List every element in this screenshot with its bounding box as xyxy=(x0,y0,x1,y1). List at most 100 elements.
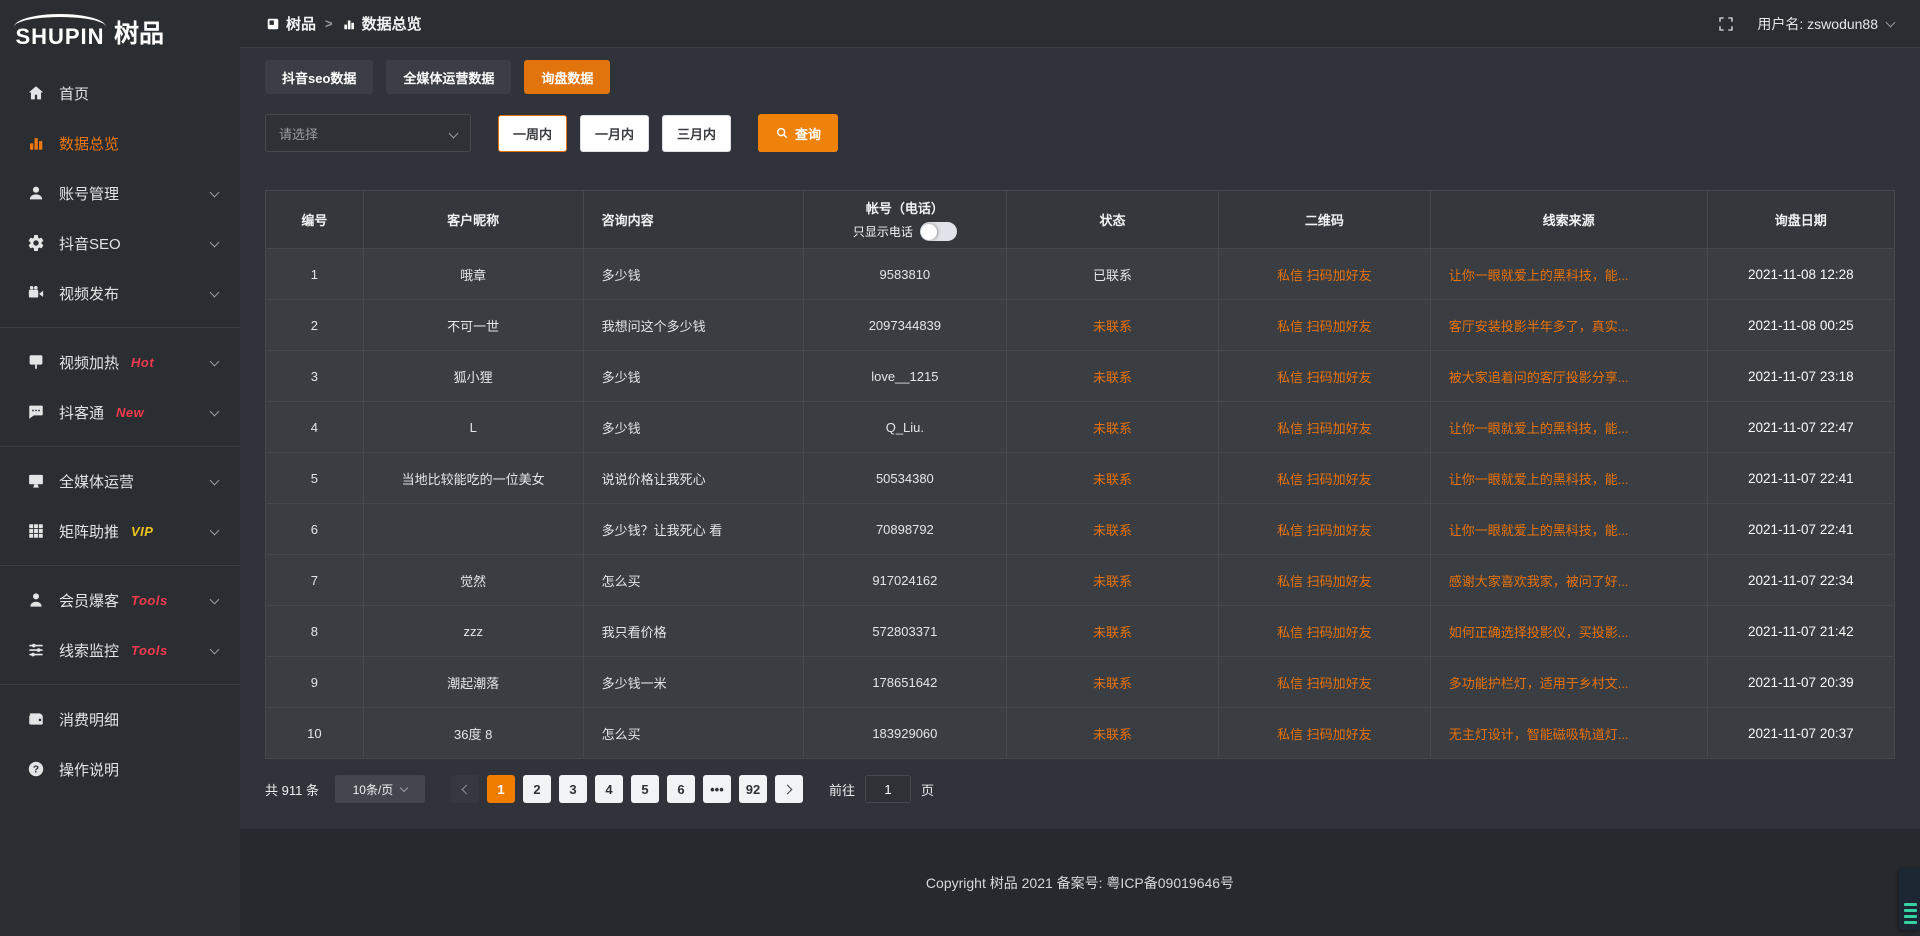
phone-only-toggle[interactable] xyxy=(920,222,957,241)
pagination: 共 911 条 10条/页 123456•••92 前往 页 xyxy=(265,775,1895,803)
sidebar-item-matrix-boost[interactable]: 矩阵助推 VIP xyxy=(0,506,240,556)
breadcrumb-root[interactable]: 树品 xyxy=(266,13,316,34)
sidebar-item-member-baoke[interactable]: 会员爆客 Tools xyxy=(0,575,240,625)
cell-lead-source[interactable]: 如何正确选择投影仪，买投影... xyxy=(1430,606,1707,657)
badge: Tools xyxy=(131,643,168,658)
cell-lead-source[interactable]: 让你一眼就爱上的黑科技，能... xyxy=(1430,249,1707,300)
cell-nickname: 36度 8 xyxy=(363,708,583,759)
cell-lead-source[interactable]: 让你一眼就爱上的黑科技，能... xyxy=(1430,504,1707,555)
header-no: 编号 xyxy=(266,191,364,249)
cell-content: 多少钱 xyxy=(583,351,803,402)
cell-lead-source[interactable]: 感谢大家喜欢我家，被问了好... xyxy=(1430,555,1707,606)
header-qrcode: 二维码 xyxy=(1218,191,1430,249)
badge: New xyxy=(116,405,144,420)
date-select[interactable]: 请选择 xyxy=(265,114,471,152)
chevron-down-icon xyxy=(210,476,220,486)
cell-content: 怎么买 xyxy=(583,708,803,759)
cell-qr-links[interactable]: 私信 扫码加好友 xyxy=(1218,300,1430,351)
chat-widget[interactable] xyxy=(1899,868,1920,930)
cell-lead-source[interactable]: 无主灯设计，智能磁吸轨道灯... xyxy=(1430,708,1707,759)
sidebar-item-media-operation[interactable]: 全媒体运营 xyxy=(0,456,240,506)
cell-lead-source[interactable]: 让你一眼就爱上的黑科技，能... xyxy=(1430,453,1707,504)
cell-qr-links[interactable]: 私信 扫码加好友 xyxy=(1218,351,1430,402)
range-button[interactable]: 一月内 xyxy=(580,115,649,152)
table-row: 8 zzz 我只看价格 572803371 未联系 私信 扫码加好友 如何正确选… xyxy=(266,606,1895,657)
sidebar-item-home[interactable]: 首页 xyxy=(0,68,240,118)
page-button-1[interactable]: 1 xyxy=(487,775,515,803)
sidebar-item-data-overview[interactable]: 数据总览 xyxy=(0,118,240,168)
cell-lead-source[interactable]: 多功能护栏灯，适用于乡村文... xyxy=(1430,657,1707,708)
cell-no: 9 xyxy=(266,657,364,708)
cell-lead-source[interactable]: 被大家追着问的客厅投影分享... xyxy=(1430,351,1707,402)
sidebar-item-help[interactable]: ? 操作说明 xyxy=(0,744,240,794)
cell-account: 572803371 xyxy=(803,606,1007,657)
breadcrumb-current[interactable]: 数据总览 xyxy=(342,13,422,34)
cell-status: 未联系 xyxy=(1007,453,1219,504)
home-icon xyxy=(26,84,45,103)
sidebar-item-douketong[interactable]: 抖客通 New xyxy=(0,387,240,437)
sidebar-divider xyxy=(0,446,240,447)
total-count: 共 911 条 xyxy=(265,780,319,799)
cell-nickname: 狐小狸 xyxy=(363,351,583,402)
page-button-4[interactable]: 4 xyxy=(595,775,623,803)
tab[interactable]: 全媒体运营数据 xyxy=(386,60,511,94)
search-button[interactable]: 查询 xyxy=(758,114,838,152)
table-row: 4 L 多少钱 Q_Liu. 未联系 私信 扫码加好友 让你一眼就爱上的黑科技，… xyxy=(266,402,1895,453)
cell-date: 2021-11-07 23:18 xyxy=(1707,351,1894,402)
range-button[interactable]: 一周内 xyxy=(498,115,567,152)
badge: Hot xyxy=(131,355,154,370)
page-button-2[interactable]: 2 xyxy=(523,775,551,803)
cell-nickname: 不可一世 xyxy=(363,300,583,351)
cell-nickname: 当地比较能吃的一位美女 xyxy=(363,453,583,504)
page-ellipsis-button[interactable]: ••• xyxy=(703,775,731,803)
table-row: 10 36度 8 怎么买 183929060 未联系 私信 扫码加好友 无主灯设… xyxy=(266,708,1895,759)
chat-icon xyxy=(26,403,45,422)
page-size-select[interactable]: 10条/页 xyxy=(335,775,425,803)
cell-qr-links[interactable]: 私信 扫码加好友 xyxy=(1218,453,1430,504)
logo-text-cn: 树品 xyxy=(114,21,164,49)
sidebar-item-account-manage[interactable]: 账号管理 xyxy=(0,168,240,218)
sidebar-item-lead-monitor[interactable]: 线索监控 Tools xyxy=(0,625,240,675)
bar-chart-icon xyxy=(342,17,356,31)
user-menu[interactable]: 用户名: zswodun88 xyxy=(1757,14,1894,34)
cell-qr-links[interactable]: 私信 扫码加好友 xyxy=(1218,606,1430,657)
sidebar-item-video-publish[interactable]: 视频发布 xyxy=(0,268,240,318)
cell-date: 2021-11-07 22:47 xyxy=(1707,402,1894,453)
page-button-3[interactable]: 3 xyxy=(559,775,587,803)
tab[interactable]: 抖音seo数据 xyxy=(265,60,373,94)
page-button-92[interactable]: 92 xyxy=(739,775,767,803)
page-button-6[interactable]: 6 xyxy=(667,775,695,803)
header-nickname: 客户昵称 xyxy=(363,191,583,249)
goto-page-input[interactable] xyxy=(865,775,911,803)
cell-account: 70898792 xyxy=(803,504,1007,555)
cell-date: 2021-11-07 22:41 xyxy=(1707,453,1894,504)
cell-lead-source[interactable]: 让你一眼就爱上的黑科技，能... xyxy=(1430,402,1707,453)
cell-lead-source[interactable]: 客厅安装投影半年多了，真实... xyxy=(1430,300,1707,351)
header-status: 状态 xyxy=(1007,191,1219,249)
cell-qr-links[interactable]: 私信 扫码加好友 xyxy=(1218,657,1430,708)
chevron-down-icon xyxy=(210,288,220,298)
copyright-text: Copyright 树品 2021 备案号: 粤ICP备09019646号 xyxy=(926,873,1234,893)
cell-qr-links[interactable]: 私信 扫码加好友 xyxy=(1218,504,1430,555)
sidebar-item-expense-detail[interactable]: 消费明细 xyxy=(0,694,240,744)
monitor-icon xyxy=(26,472,45,491)
range-button[interactable]: 三月内 xyxy=(662,115,731,152)
next-page-button[interactable] xyxy=(775,775,803,803)
sliders-icon xyxy=(26,641,45,660)
tab[interactable]: 询盘数据 xyxy=(524,60,610,94)
sidebar-item-video-heat[interactable]: 视频加热 Hot xyxy=(0,337,240,387)
sidebar-item-douyin-seo[interactable]: 抖音SEO xyxy=(0,218,240,268)
cell-qr-links[interactable]: 私信 扫码加好友 xyxy=(1218,708,1430,759)
cell-qr-links[interactable]: 私信 扫码加好友 xyxy=(1218,249,1430,300)
cell-date: 2021-11-07 21:42 xyxy=(1707,606,1894,657)
cell-account: Q_Liu. xyxy=(803,402,1007,453)
cell-nickname: 潮起潮落 xyxy=(363,657,583,708)
fullscreen-icon[interactable] xyxy=(1717,15,1735,33)
topbar: 树品 > 数据总览 用户名: zswodun88 xyxy=(240,0,1920,48)
cell-status: 未联系 xyxy=(1007,504,1219,555)
prev-page-button[interactable] xyxy=(451,775,479,803)
cell-qr-links[interactable]: 私信 扫码加好友 xyxy=(1218,402,1430,453)
cell-qr-links[interactable]: 私信 扫码加好友 xyxy=(1218,555,1430,606)
page-button-5[interactable]: 5 xyxy=(631,775,659,803)
cell-no: 4 xyxy=(266,402,364,453)
